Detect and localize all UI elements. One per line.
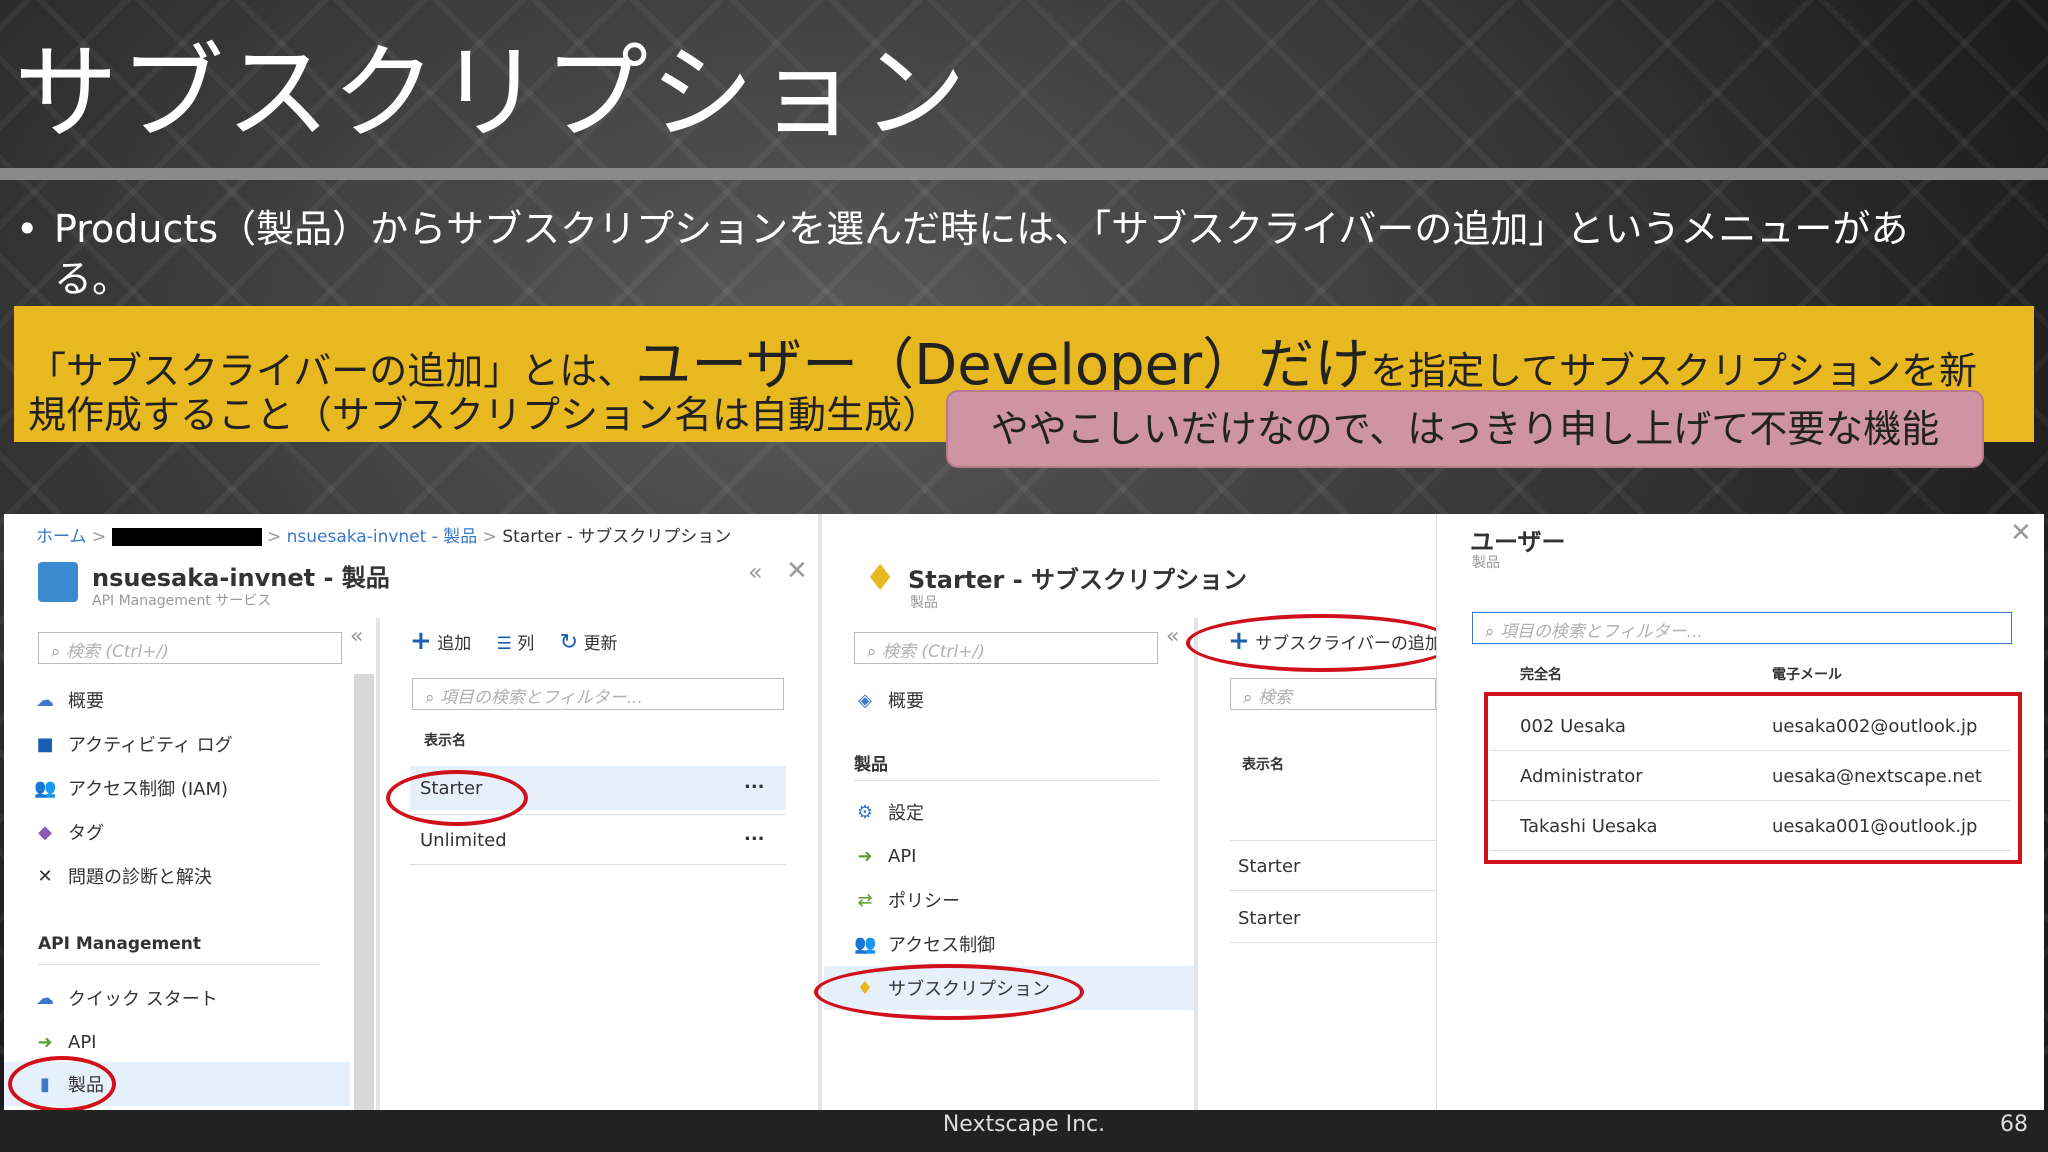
callout-post: を指定してサブスクリプションを新 <box>1370 349 1978 393</box>
panel-separator <box>1194 618 1198 1110</box>
nav-overview[interactable]: ☁ 概要 <box>4 678 104 722</box>
more-icon[interactable]: ... <box>744 772 765 793</box>
tag-icon: ◆ <box>38 821 52 843</box>
refresh-icon: ↻ <box>559 630 579 655</box>
bullet-point: • Products（製品）からサブスクリプションを選んだ時には、「サブスクライ… <box>16 204 1976 304</box>
divider <box>38 964 320 965</box>
product-icon <box>38 562 78 602</box>
tools-icon: ✕ <box>37 865 53 887</box>
divider <box>854 780 1158 781</box>
nav-diagnose[interactable]: ✕ 問題の診断と解決 <box>4 854 212 898</box>
breadcrumb-product[interactable]: nsuesaka-invnet - 製品 <box>287 527 478 547</box>
section-product: 製品 <box>854 755 888 775</box>
toolbar: + 追加 ☰ 列 ↻ 更新 <box>410 626 618 656</box>
close-icon[interactable]: ✕ <box>2010 518 2032 548</box>
add-button[interactable]: + 追加 <box>410 626 471 656</box>
arrow-icon: ➜ <box>37 1031 53 1053</box>
highlight-products <box>8 1056 116 1110</box>
collapse-icon[interactable]: « <box>1166 624 1179 649</box>
scrollbar[interactable] <box>354 674 374 1110</box>
bullet-dot: • <box>16 207 39 251</box>
breadcrumb: ホーム > > nsuesaka-invnet - 製品 > Starter -… <box>36 527 732 547</box>
highlight-add-subscriber <box>1186 614 1456 672</box>
blade2-list-search-input[interactable]: ⌕ 検索 <box>1230 678 1436 710</box>
page-number: 68 <box>2000 1112 2028 1137</box>
blade1-subtitle: API Management サービス <box>92 593 272 609</box>
blade2-search-input[interactable]: ⌕ 検索 (Ctrl+/) <box>854 632 1158 664</box>
collapse-icon[interactable]: « <box>748 558 763 586</box>
users-icon: 👥 <box>854 933 877 955</box>
column-header-email: 電子メール <box>1772 667 1842 683</box>
collapse-icon[interactable]: « <box>350 624 363 649</box>
nav-access-control[interactable]: 👥 アクセス制御 <box>824 922 995 966</box>
users-subtitle: 製品 <box>1472 555 1500 571</box>
cloud-icon: ☁ <box>36 987 54 1009</box>
section-api-management: API Management <box>38 934 201 954</box>
blade2-title: Starter - サブスクリプション <box>908 566 1248 594</box>
divider <box>1230 890 1436 891</box>
cube-icon: ◈ <box>858 689 872 711</box>
divider <box>1230 942 1436 943</box>
divider <box>410 864 786 865</box>
users-icon: 👥 <box>34 777 57 799</box>
policy-icon: ⇄ <box>857 889 873 911</box>
nav-activity-log[interactable]: ■ アクティビティ ログ <box>4 722 232 766</box>
nav-policy[interactable]: ⇄ ポリシー <box>824 878 960 922</box>
subscription-row[interactable]: Starter <box>1238 856 1300 877</box>
arrow-icon: ➜ <box>857 845 873 867</box>
breadcrumb-current: Starter - サブスクリプション <box>502 527 732 547</box>
redacted-block <box>111 528 262 546</box>
highlight-starter <box>386 770 528 826</box>
nav-tags[interactable]: ◆ タグ <box>4 810 104 854</box>
panel-separator <box>818 514 822 1110</box>
blade1-search-input[interactable]: ⌕ 検索 (Ctrl+/) <box>38 632 342 664</box>
gear-icon: ⚙ <box>856 801 874 823</box>
nav-settings[interactable]: ⚙ 設定 <box>824 790 924 834</box>
subscription-row[interactable]: Starter <box>1238 908 1300 929</box>
column-header-fullname: 完全名 <box>1520 667 1562 683</box>
list-item-unlimited[interactable]: Unlimited <box>420 830 507 851</box>
refresh-button[interactable]: ↻ 更新 <box>560 630 618 655</box>
callout-line-2: 規作成すること（サブスクリプション名は自動生成） <box>28 393 941 437</box>
nav-iam[interactable]: 👥 アクセス制御 (IAM) <box>4 766 228 810</box>
users-filter-input[interactable]: ⌕ 項目の検索とフィルター... <box>1472 612 2012 644</box>
more-icon[interactable]: ... <box>744 824 765 845</box>
filter-input[interactable]: ⌕ 項目の検索とフィルター... <box>412 678 784 710</box>
nav-api[interactable]: ➜ API <box>824 834 916 878</box>
columns-icon: ☰ <box>496 634 512 654</box>
highlight-users <box>1484 692 2022 864</box>
footer-company: Nextscape Inc. <box>942 1112 1106 1137</box>
breadcrumb-home[interactable]: ホーム <box>36 527 87 547</box>
bullet-text: Products（製品）からサブスクリプションを選んだ時には、「サブスクライバー… <box>54 207 1909 301</box>
panel-separator <box>376 618 380 1110</box>
azure-portal-screenshot: ホーム > > nsuesaka-invnet - 製品 > Starter -… <box>4 514 2044 1110</box>
cloud-icon: ☁ <box>36 689 54 711</box>
highlight-subscriptions <box>814 964 1084 1020</box>
blade1-title: nsuesaka-invnet - 製品 <box>92 564 390 592</box>
slide-title: サブスクリプション <box>14 32 969 154</box>
plus-icon: + <box>410 626 432 656</box>
log-icon: ■ <box>36 733 54 755</box>
nav-quickstart[interactable]: ☁ クイック スタート <box>4 976 218 1020</box>
key-icon: ♦ <box>864 558 897 599</box>
columns-button[interactable]: ☰ 列 <box>497 634 535 654</box>
column-header-display-name: 表示名 <box>424 733 466 749</box>
column-header-display-name: 表示名 <box>1242 757 1284 773</box>
title-divider <box>0 168 2048 180</box>
close-icon[interactable]: ✕ <box>786 556 808 586</box>
note-box: ややこしいだけなので、はっきり申し上げて不要な機能 <box>946 390 1984 468</box>
divider <box>1230 840 1436 841</box>
blade2-subtitle: 製品 <box>910 595 938 611</box>
nav-overview[interactable]: ◈ 概要 <box>824 678 924 722</box>
